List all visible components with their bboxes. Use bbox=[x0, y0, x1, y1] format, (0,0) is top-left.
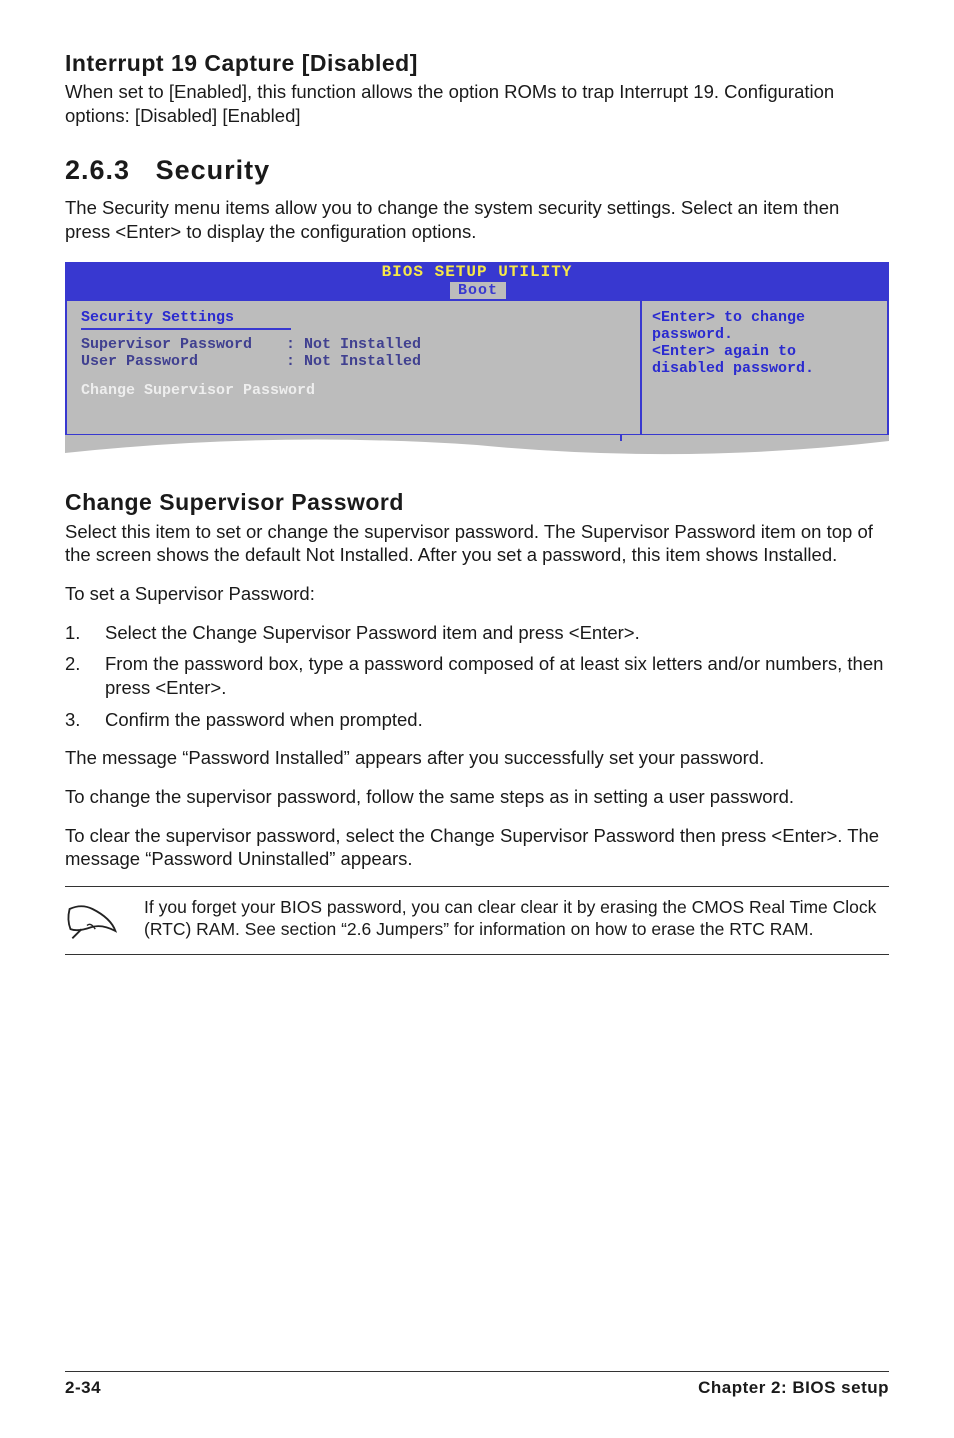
bios-title-bar: BIOS SETUP UTILITY Boot bbox=[65, 262, 889, 299]
para-security: The Security menu items allow you to cha… bbox=[65, 196, 889, 243]
bios-row-label: User Password bbox=[81, 353, 286, 370]
para-cs-5: To clear the supervisor password, select… bbox=[65, 824, 889, 871]
heading-num: 2.6.3 bbox=[65, 155, 130, 185]
step-item: 3.Confirm the password when prompted. bbox=[65, 708, 889, 732]
step-num: 3. bbox=[65, 708, 105, 732]
bios-torn-edge bbox=[65, 435, 889, 463]
bios-row-user: User Password: Not Installed bbox=[81, 353, 626, 370]
bios-help-text: <Enter> to change password.<Enter> again… bbox=[652, 309, 877, 378]
page-footer: 2-34 Chapter 2: BIOS setup bbox=[65, 1371, 889, 1398]
heading-security: 2.6.3 Security bbox=[65, 155, 889, 186]
bios-row-label: Supervisor Password bbox=[81, 336, 286, 353]
para-interrupt: When set to [Enabled], this function all… bbox=[65, 80, 889, 127]
step-text: Select the Change Supervisor Password it… bbox=[105, 621, 889, 645]
heading-change-supervisor: Change Supervisor Password bbox=[65, 489, 889, 516]
note-icon bbox=[65, 897, 120, 944]
bios-row-value: : Not Installed bbox=[286, 353, 421, 370]
note-text: If you forget your BIOS password, you ca… bbox=[144, 897, 889, 941]
para-cs-1: Select this item to set or change the su… bbox=[65, 520, 889, 567]
bios-screenshot: BIOS SETUP UTILITY Boot Security Setting… bbox=[65, 262, 889, 464]
step-num: 2. bbox=[65, 652, 105, 699]
bios-row-value: : Not Installed bbox=[286, 336, 421, 353]
step-item: 2.From the password box, type a password… bbox=[65, 652, 889, 699]
bios-left-pane: Security Settings Supervisor Password: N… bbox=[65, 299, 640, 436]
steps-list: 1.Select the Change Supervisor Password … bbox=[65, 621, 889, 732]
step-text: Confirm the password when prompted. bbox=[105, 708, 889, 732]
bios-body: Security Settings Supervisor Password: N… bbox=[65, 299, 889, 436]
footer-page-num: 2-34 bbox=[65, 1378, 101, 1398]
footer-chapter: Chapter 2: BIOS setup bbox=[698, 1378, 889, 1398]
bios-divider bbox=[81, 328, 291, 330]
note-box: If you forget your BIOS password, you ca… bbox=[65, 886, 889, 955]
heading-title: Security bbox=[156, 155, 271, 185]
bios-row-supervisor: Supervisor Password: Not Installed bbox=[81, 336, 626, 353]
bios-right-pane: <Enter> to change password.<Enter> again… bbox=[640, 299, 889, 436]
step-text: From the password box, type a password c… bbox=[105, 652, 889, 699]
bios-change-item: Change Supervisor Password bbox=[81, 382, 626, 399]
para-cs-3: The message “Password Installed” appears… bbox=[65, 746, 889, 770]
bios-section-heading: Security Settings bbox=[81, 309, 626, 326]
para-cs-2: To set a Supervisor Password: bbox=[65, 582, 889, 606]
step-item: 1.Select the Change Supervisor Password … bbox=[65, 621, 889, 645]
para-cs-4: To change the supervisor password, follo… bbox=[65, 785, 889, 809]
step-num: 1. bbox=[65, 621, 105, 645]
heading-interrupt: Interrupt 19 Capture [Disabled] bbox=[65, 50, 889, 77]
bios-tab: Boot bbox=[450, 282, 506, 299]
bios-title-text: BIOS SETUP UTILITY bbox=[382, 263, 573, 281]
